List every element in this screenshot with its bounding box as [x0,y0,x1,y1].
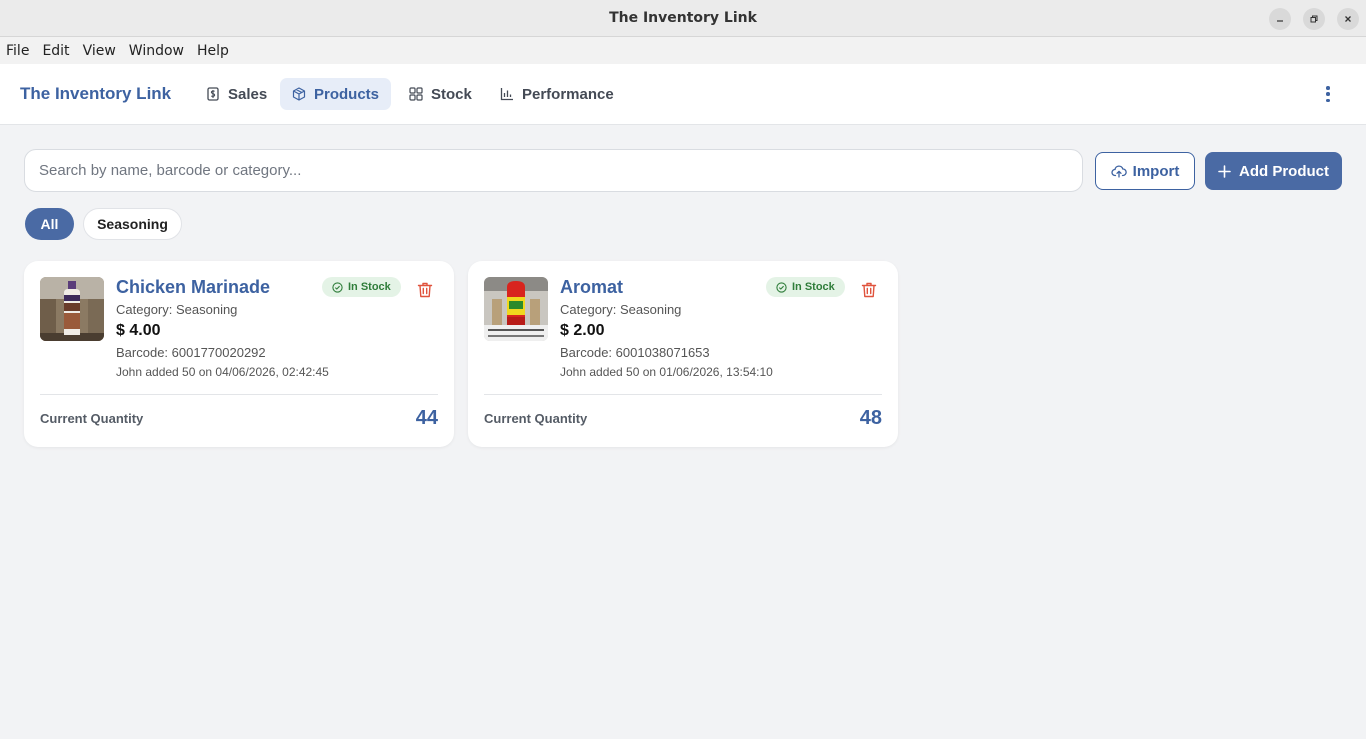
bar-chart-icon [500,88,513,101]
filter-chip-all[interactable]: All [25,208,74,240]
kebab-menu-icon [1326,86,1330,90]
nav-products[interactable]: Products [280,78,392,110]
close-icon [1345,16,1351,22]
product-barcode: Barcode: 6001770020292 [116,345,266,360]
quantity-label: Current Quantity [484,411,588,426]
restore-icon [1310,15,1318,23]
delete-product-button[interactable] [416,281,434,299]
nav-performance[interactable]: Performance [488,78,626,110]
brand-title[interactable]: The Inventory Link [20,84,171,104]
product-image [484,277,548,341]
menu-window[interactable]: Window [129,43,184,59]
product-category: Category: Seasoning [116,302,238,317]
card-divider [40,394,438,395]
search-input[interactable] [24,149,1083,192]
maximize-button[interactable] [1303,8,1325,30]
product-price: $ 2.00 [560,322,605,339]
add-product-button[interactable]: Add Product [1205,152,1342,190]
filter-chip-seasoning[interactable]: Seasoning [83,208,182,240]
quantity-value: 44 [415,407,438,429]
nav-stock-label: Stock [431,85,472,103]
add-product-button-label: Add Product [1239,162,1329,180]
app-header: The Inventory Link Sales Products Stock … [0,64,1366,125]
menu-view[interactable]: View [83,43,116,59]
delete-product-button[interactable] [860,281,878,299]
product-price: $ 4.00 [116,322,161,339]
status-badge: In Stock [766,277,845,297]
window-title: The Inventory Link [609,10,757,26]
nav-sales[interactable]: Sales [194,78,279,110]
dollar-icon [207,87,219,101]
menu-help[interactable]: Help [197,43,229,59]
import-button-label: Import [1132,162,1180,180]
product-last-added: John added 50 on 01/06/2026, 13:54:10 [560,365,773,379]
quantity-value: 48 [859,407,882,429]
cloud-upload-icon [1111,165,1127,178]
product-name[interactable]: Aromat [560,277,623,298]
product-category: Category: Seasoning [560,302,682,317]
product-barcode: Barcode: 6001038071653 [560,345,710,360]
product-image [40,277,104,341]
status-badge-label: In Stock [348,281,391,293]
menu-bar: File Edit View Window Help [0,37,1366,64]
trash-icon [417,282,433,298]
nav-sales-label: Sales [228,85,268,103]
check-circle-icon [776,281,787,293]
menu-file[interactable]: File [6,43,29,59]
card-divider [484,394,882,395]
minimize-icon [1277,20,1283,22]
window-titlebar: The Inventory Link [0,0,1366,37]
status-badge: In Stock [322,277,401,297]
product-card[interactable]: Aromat Category: Seasoning $ 2.00 Barcod… [468,261,898,447]
product-last-added: John added 50 on 04/06/2026, 02:42:45 [116,365,329,379]
nav-products-label: Products [314,85,380,103]
grid-icon [409,87,423,101]
nav-performance-label: Performance [522,85,614,103]
minimize-button[interactable] [1269,8,1291,30]
trash-icon [861,282,877,298]
check-circle-icon [332,281,343,293]
more-options-button[interactable] [1318,84,1338,104]
status-badge-label: In Stock [792,281,835,293]
product-card[interactable]: Chicken Marinade Category: Seasoning $ 4… [24,261,454,447]
product-name[interactable]: Chicken Marinade [116,277,270,298]
plus-icon [1218,164,1231,178]
close-button[interactable] [1337,8,1359,30]
quantity-label: Current Quantity [40,411,144,426]
import-button[interactable]: Import [1095,152,1195,190]
nav-stock[interactable]: Stock [397,78,484,110]
menu-edit[interactable]: Edit [42,43,69,59]
box-icon [292,87,306,101]
